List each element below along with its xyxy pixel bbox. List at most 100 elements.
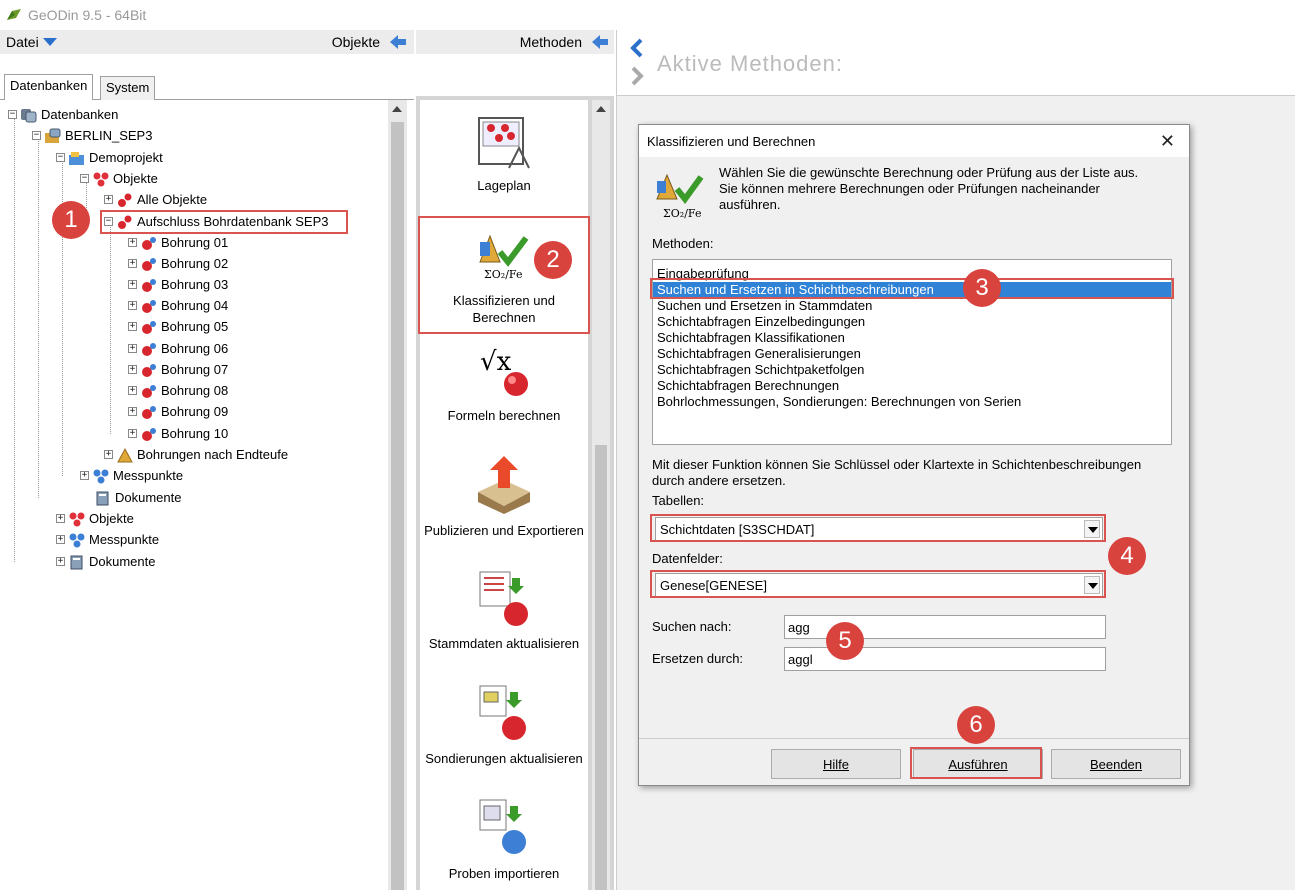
expand-icon[interactable]: + xyxy=(128,429,137,438)
tree-node-top-messpunkte[interactable]: + Messpunkte xyxy=(56,529,159,550)
list-item[interactable]: Schichtabfragen Generalisierungen xyxy=(653,346,1171,362)
list-item[interactable]: Schichtabfragen Klassifikationen xyxy=(653,330,1171,346)
scroll-up-icon[interactable] xyxy=(392,106,402,112)
tree-node-bohrung[interactable]: + Bohrung 01 xyxy=(128,232,228,253)
tree-node-bohrung[interactable]: + Bohrung 03 xyxy=(128,274,228,295)
list-item[interactable]: Schichtabfragen Schichtpaketfolgen xyxy=(653,362,1171,378)
tree-node-top-dokumente[interactable]: + Dokumente xyxy=(56,551,155,572)
collapse-icon[interactable]: − xyxy=(56,153,65,162)
methods-label: Methoden: xyxy=(652,236,714,251)
tree-node-bohrung[interactable]: + Bohrung 06 xyxy=(128,338,228,359)
measuring-points-icon xyxy=(69,533,85,547)
tree-node-datenbanken[interactable]: − Datenbanken xyxy=(8,104,118,125)
tree-node-top-objekte[interactable]: + Objekte xyxy=(56,508,134,529)
tree-label: Bohrung 06 xyxy=(161,341,229,356)
expand-icon[interactable]: + xyxy=(128,238,137,247)
expand-icon[interactable]: + xyxy=(56,557,65,566)
update-masterdata-icon xyxy=(479,571,528,626)
collapse-icon[interactable]: − xyxy=(80,174,89,183)
highlight-box-1 xyxy=(100,210,348,234)
method-proben[interactable]: Proben importieren xyxy=(420,798,588,881)
object-group-icon xyxy=(118,193,132,207)
tree-node-bohrung[interactable]: + Bohrung 10 xyxy=(128,423,228,444)
help-button[interactable]: Hilfe xyxy=(771,749,901,779)
list-item[interactable]: Schichtabfragen Berechnungen xyxy=(653,378,1171,394)
expand-icon[interactable]: + xyxy=(104,450,113,459)
expand-icon[interactable]: + xyxy=(128,344,137,353)
tree-label: Bohrung 05 xyxy=(161,319,229,334)
list-item[interactable]: Suchen und Ersetzen in Stammdaten xyxy=(653,298,1171,314)
tree-node-bohrung[interactable]: + Bohrung 09 xyxy=(128,401,228,422)
objects-header[interactable]: Objekte xyxy=(332,34,408,50)
tree-node-bohrung[interactable]: + Bohrung 07 xyxy=(128,359,228,380)
list-item[interactable]: Bohrlochmessungen, Sondierungen: Berechn… xyxy=(653,394,1171,410)
tree-node-dokumente[interactable]: Dokumente xyxy=(94,487,181,508)
expand-icon[interactable]: + xyxy=(128,259,137,268)
expand-icon[interactable]: + xyxy=(56,535,65,544)
collapse-icon[interactable]: − xyxy=(32,131,41,140)
expand-icon[interactable]: + xyxy=(128,301,137,310)
method-publizieren[interactable]: Publizieren und Exportieren xyxy=(420,452,588,539)
project-folder-icon xyxy=(69,151,84,165)
tree-label: Bohrung 08 xyxy=(161,383,229,398)
tree-node-bohrung[interactable]: + Bohrung 02 xyxy=(128,253,228,274)
highlight-box-4a xyxy=(650,514,1106,542)
tree-label: Demoprojekt xyxy=(89,150,163,165)
method-lageplan[interactable]: Lageplan xyxy=(420,114,588,193)
list-item[interactable]: Schichtabfragen Einzelbedingungen xyxy=(653,314,1171,330)
tree-node-database[interactable]: − BERLIN_SEP3 xyxy=(32,125,152,146)
tree-node-alle-objekte[interactable]: + Alle Objekte xyxy=(104,189,207,210)
map-plan-icon xyxy=(478,117,530,169)
tree-node-project[interactable]: − Demoprojekt xyxy=(56,147,163,168)
methods-scrollbar[interactable] xyxy=(592,100,610,890)
expand-icon[interactable]: + xyxy=(128,386,137,395)
title-bar: GeODin 9.5 - 64Bit xyxy=(0,0,1295,30)
tree-node-bohrung[interactable]: + Bohrung 04 xyxy=(128,295,228,316)
collapse-left-icon[interactable] xyxy=(388,34,408,50)
expand-icon[interactable]: + xyxy=(128,280,137,289)
tab-system[interactable]: System xyxy=(100,76,156,100)
dialog-title: Klassifizieren und Berechnen xyxy=(647,133,816,149)
scroll-thumb[interactable] xyxy=(595,445,607,890)
scroll-thumb[interactable] xyxy=(391,122,404,890)
expand-icon[interactable]: + xyxy=(104,195,113,204)
step-badge-1: 1 xyxy=(52,201,90,239)
update-soundings-icon xyxy=(479,685,526,740)
expand-icon[interactable]: + xyxy=(128,322,137,331)
borehole-icon xyxy=(142,405,156,419)
step-badge-2: 2 xyxy=(534,241,572,279)
expand-icon[interactable]: + xyxy=(56,514,65,523)
tree-node-objekte[interactable]: − Objekte xyxy=(80,168,158,189)
tree-scrollbar[interactable] xyxy=(388,100,407,890)
tree-node-messpunkte[interactable]: + Messpunkte xyxy=(80,465,183,486)
method-formeln[interactable]: √x Formeln berechnen xyxy=(420,344,588,423)
left-panel-header: Datei Objekte xyxy=(0,30,414,54)
method-stammdaten[interactable]: Stammdaten aktualisieren xyxy=(420,570,588,651)
tree-node-bohrungen-endteufe[interactable]: + Bohrungen nach Endteufe xyxy=(104,444,288,465)
close-button[interactable]: Beenden xyxy=(1051,749,1181,779)
expand-icon[interactable]: + xyxy=(128,407,137,416)
method-label: Lageplan xyxy=(477,178,531,193)
borehole-icon xyxy=(142,299,156,313)
method-sondierungen[interactable]: Sondierungen aktualisieren xyxy=(420,684,588,767)
methods-header[interactable]: Methoden xyxy=(416,30,614,54)
step-badge-3: 3 xyxy=(963,269,1001,307)
tree-node-bohrung[interactable]: + Bohrung 05 xyxy=(128,316,228,337)
expand-icon[interactable]: + xyxy=(80,471,89,480)
documents-icon xyxy=(70,555,83,569)
collapse-icon[interactable]: − xyxy=(8,110,17,119)
close-icon[interactable]: ✕ xyxy=(1160,131,1175,152)
tab-datenbanken[interactable]: Datenbanken xyxy=(4,74,94,101)
collapse-left-icon[interactable] xyxy=(590,34,610,50)
nav-arrows-icon[interactable] xyxy=(629,38,645,86)
scroll-up-icon[interactable] xyxy=(596,106,606,112)
highlight-box-6 xyxy=(910,747,1042,779)
borehole-icon xyxy=(142,320,156,334)
tables-label: Tabellen: xyxy=(652,493,705,508)
datei-menu[interactable]: Datei xyxy=(6,34,57,50)
borehole-icon xyxy=(142,363,156,377)
highlight-box-3 xyxy=(650,278,1174,299)
borehole-icon xyxy=(142,236,156,250)
tree-node-bohrung[interactable]: + Bohrung 08 xyxy=(128,380,228,401)
expand-icon[interactable]: + xyxy=(128,365,137,374)
